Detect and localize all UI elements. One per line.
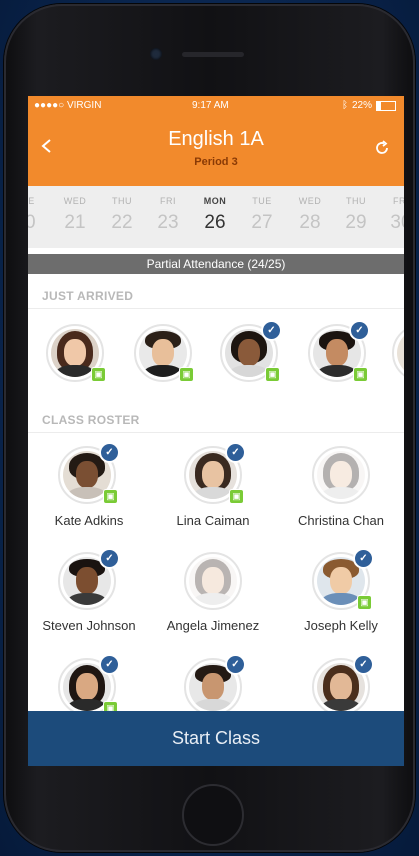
date-number: 22 — [111, 212, 133, 233]
student-avatar[interactable]: ✓ — [312, 654, 374, 716]
date-number: 26 — [204, 212, 226, 233]
student-photo — [317, 451, 365, 499]
present-badge-icon: ▣ — [357, 595, 372, 610]
date-number: 28 — [299, 212, 321, 233]
app-screen: ●●●●○ VIRGIN 9:17 AM ᛒ 22% English 1A Pe… — [28, 96, 404, 766]
date-dow: THU — [346, 196, 366, 206]
check-icon: ✓ — [99, 442, 120, 463]
student-avatar[interactable]: ▣ — [134, 324, 194, 382]
date-number: 21 — [64, 212, 86, 233]
student-avatar[interactable] — [392, 324, 404, 382]
present-badge-icon: ▣ — [265, 367, 280, 382]
attendance-banner: Partial Attendance (24/25) — [28, 254, 404, 274]
student-avatar[interactable]: ✓ ▣ — [312, 548, 374, 610]
date-number: 30 — [390, 212, 404, 233]
page-subtitle: Period 3 — [194, 156, 238, 168]
check-icon: ✓ — [349, 320, 370, 341]
check-icon: ✓ — [225, 654, 246, 675]
present-badge-icon: ▣ — [179, 367, 194, 382]
battery-group: ᛒ 22% — [342, 100, 396, 111]
date-dow: WED — [63, 196, 87, 206]
student-avatar-absent[interactable] — [312, 446, 370, 504]
refresh-icon[interactable] — [374, 140, 390, 156]
section-just-arrived: JUST ARRIVED — [42, 289, 134, 303]
check-icon: ✓ — [99, 548, 120, 569]
divider — [28, 432, 404, 433]
page-title: English 1A — [168, 128, 264, 150]
present-badge-icon: ▣ — [103, 489, 118, 504]
date-number: 23 — [157, 212, 179, 233]
student-avatar[interactable]: ✓ — [184, 654, 246, 716]
date-item[interactable]: WED 28 — [287, 186, 333, 234]
date-dow: FRI — [393, 196, 404, 206]
speaker-grille — [182, 52, 244, 57]
check-icon: ✓ — [261, 320, 282, 341]
carrier-label: ●●●●○ VIRGIN — [34, 100, 102, 111]
date-number: 29 — [345, 212, 367, 233]
battery-label: 22% — [351, 100, 372, 111]
present-badge-icon: ▣ — [229, 489, 244, 504]
date-item[interactable]: THU 29 — [333, 186, 379, 234]
date-strip[interactable]: TUE 20 WED 21 THU 22 FRI 23 MON 26 TUE 2… — [28, 186, 404, 248]
student-avatar[interactable]: ✓ — [58, 548, 120, 610]
bluetooth-icon: ᛒ — [341, 100, 348, 111]
student-avatar[interactable]: ✓ ▣ — [308, 320, 370, 382]
date-item[interactable]: FRI 30 — [378, 186, 404, 234]
student-avatar[interactable]: ✓ ▣ — [58, 654, 120, 716]
clock-label: 9:17 AM — [192, 100, 229, 111]
student-photo — [397, 329, 404, 377]
student-avatar[interactable]: ✓ ▣ — [220, 320, 282, 382]
status-bar: ●●●●○ VIRGIN 9:17 AM ᛒ 22% — [28, 100, 404, 114]
check-icon: ✓ — [99, 654, 120, 675]
date-item[interactable]: THU 22 — [99, 186, 145, 234]
camera-icon — [150, 48, 162, 60]
date-dow: FRI — [160, 196, 176, 206]
date-number: 20 — [28, 212, 36, 233]
battery-icon — [376, 100, 396, 111]
student-avatar[interactable]: ▣ — [46, 324, 106, 382]
date-item-selected[interactable]: MON 26 — [192, 186, 238, 234]
date-dow: TUE — [28, 196, 35, 206]
date-dow: MON — [203, 196, 227, 206]
student-name: Christina Chan — [298, 513, 384, 528]
date-dow: THU — [112, 196, 132, 206]
date-item[interactable]: TUE 27 — [239, 186, 285, 234]
student-name: Kate Adkins — [54, 513, 124, 528]
present-badge-icon: ▣ — [353, 367, 368, 382]
student-name: Steven Johnson — [42, 618, 136, 633]
check-icon: ✓ — [353, 548, 374, 569]
date-dow: WED — [298, 196, 322, 206]
section-class-roster: CLASS ROSTER — [42, 413, 140, 427]
student-avatar[interactable]: ✓ ▣ — [58, 442, 120, 504]
check-icon: ✓ — [225, 442, 246, 463]
student-name: Joseph Kelly — [304, 618, 378, 633]
student-photo — [189, 557, 237, 605]
home-button[interactable] — [182, 784, 244, 846]
date-dow: TUE — [252, 196, 272, 206]
present-badge-icon: ▣ — [91, 367, 106, 382]
phone-frame: ●●●●○ VIRGIN 9:17 AM ᛒ 22% English 1A Pe… — [4, 4, 415, 852]
date-item[interactable]: WED 21 — [52, 186, 98, 234]
divider — [28, 308, 404, 309]
date-item[interactable]: FRI 23 — [145, 186, 191, 234]
student-avatar-absent[interactable] — [184, 552, 242, 610]
student-avatar[interactable]: ✓ ▣ — [184, 442, 246, 504]
start-class-button[interactable]: Start Class — [28, 711, 404, 766]
student-name: Lina Caiman — [176, 513, 250, 528]
date-number: 27 — [251, 212, 273, 233]
header-bar: ●●●●○ VIRGIN 9:17 AM ᛒ 22% English 1A Pe… — [28, 96, 404, 186]
student-name: Angela Jimenez — [166, 618, 260, 633]
date-item[interactable]: TUE 20 — [28, 186, 48, 234]
check-icon: ✓ — [353, 654, 374, 675]
